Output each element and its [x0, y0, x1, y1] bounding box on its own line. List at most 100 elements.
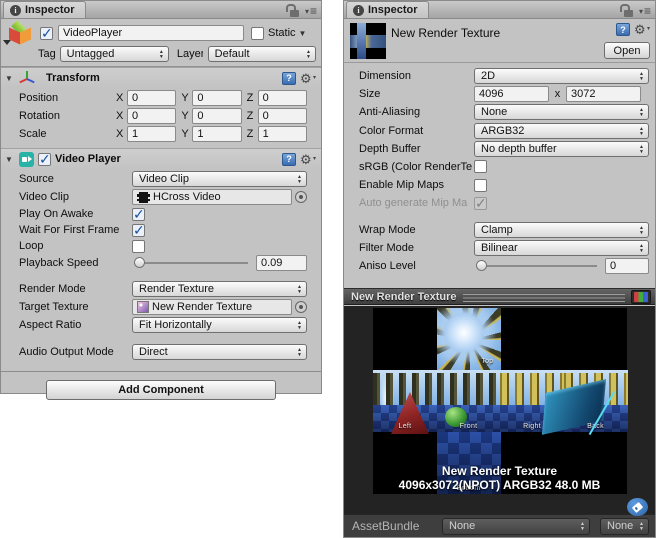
drag-handle-icon	[462, 293, 625, 302]
scale-y-field[interactable]	[192, 126, 242, 142]
tab-inspector[interactable]: Inspector	[3, 1, 86, 18]
wait-first-frame-row: Wait For First Frame	[19, 222, 307, 239]
static-label: Static	[268, 27, 296, 39]
wrap-mode-dropdown[interactable]: Clamp	[474, 221, 649, 238]
dropdown-arrows-icon	[639, 522, 644, 532]
video-player-header[interactable]: Video Player	[1, 148, 321, 169]
static-dropdown-icon[interactable]	[299, 29, 307, 38]
position-row: Position X Y Z	[19, 90, 307, 106]
foldout-icon[interactable]	[5, 74, 15, 83]
object-picker-icon[interactable]	[295, 191, 307, 203]
dropdown-arrows-icon	[297, 285, 302, 295]
gear-icon[interactable]	[300, 153, 316, 166]
dropdown-arrows-icon	[580, 522, 585, 532]
asset-bundle-label: AssetBundle	[352, 519, 420, 533]
scale-x-field[interactable]	[127, 126, 177, 142]
dimension-dropdown[interactable]: 2D	[474, 68, 649, 84]
layer-label: Layer	[176, 48, 203, 60]
video-clip-row: Video Clip HCross Video	[19, 189, 307, 205]
asset-bundle-dropdown[interactable]: None	[442, 517, 590, 535]
object-picker-icon[interactable]	[295, 301, 307, 313]
preview-channels-button[interactable]	[631, 289, 651, 304]
lock-icon[interactable]	[285, 3, 299, 17]
loop-checkbox[interactable]	[132, 239, 145, 253]
dropdown-arrows-icon	[639, 108, 644, 118]
position-z-field[interactable]	[257, 90, 307, 106]
help-icon[interactable]	[282, 71, 296, 85]
aniso-level-slider[interactable]	[474, 258, 599, 274]
enable-mip-maps-checkbox[interactable]	[474, 178, 487, 192]
preview-area: Top Left Front Right Back Bottom New Ren…	[344, 306, 655, 516]
anti-aliasing-dropdown[interactable]: None	[474, 104, 649, 121]
depth-buffer-dropdown[interactable]: No depth buffer	[474, 140, 649, 157]
pane-menu-icon[interactable]	[639, 4, 651, 18]
size-height-field[interactable]	[566, 86, 641, 103]
position-y-field[interactable]	[192, 90, 242, 106]
video-player-component: Video Player Source Video Clip Video Cli…	[1, 148, 321, 366]
asset-labels-button[interactable]	[627, 498, 648, 516]
rotation-z-field[interactable]	[257, 108, 307, 124]
tag-icon	[631, 501, 644, 513]
video-clip-object-field[interactable]: HCross Video	[132, 189, 292, 205]
gameobject-name-field[interactable]	[58, 25, 244, 41]
wait-first-frame-checkbox[interactable]	[132, 222, 145, 239]
component-title: Transform	[46, 72, 100, 84]
dimension-row: Dimension 2D	[359, 68, 649, 84]
help-icon[interactable]	[282, 152, 296, 166]
aniso-level-row: Aniso Level	[359, 257, 649, 274]
open-button[interactable]: Open	[604, 42, 650, 59]
scale-z-field[interactable]	[257, 126, 307, 142]
aniso-level-field[interactable]	[605, 257, 649, 274]
color-format-dropdown[interactable]: ARGB32	[474, 122, 649, 139]
playback-speed-row: Playback Speed	[19, 255, 307, 271]
tab-label: Inspector	[25, 4, 75, 16]
size-separator: x	[554, 88, 561, 101]
layer-dropdown[interactable]: Default	[207, 46, 316, 62]
srgb-checkbox[interactable]	[474, 160, 487, 174]
render-mode-dropdown[interactable]: Render Texture	[132, 281, 307, 297]
gear-icon[interactable]	[634, 23, 650, 36]
slider-knob[interactable]	[134, 257, 145, 268]
gameobject-cube-icon[interactable]	[3, 20, 34, 45]
render-mode-row: Render Mode Render Texture	[19, 281, 307, 297]
active-checkbox[interactable]	[40, 25, 53, 42]
loop-row: Loop	[19, 239, 307, 253]
gear-icon[interactable]	[300, 72, 316, 85]
cubemap-face-front: Front	[436, 370, 501, 432]
add-component-button[interactable]: Add Component	[46, 380, 276, 400]
rotation-y-field[interactable]	[192, 108, 242, 124]
playback-speed-field[interactable]	[256, 255, 307, 271]
cubemap-face-left: Left	[373, 370, 437, 432]
source-dropdown[interactable]: Video Clip	[132, 171, 307, 187]
cubemap-face-top: Top	[436, 308, 501, 370]
gameobject-header: Static Tag Untagged Layer Default	[1, 19, 321, 67]
size-width-field[interactable]	[474, 86, 549, 103]
audio-output-dropdown[interactable]: Direct	[132, 344, 307, 360]
position-x-field[interactable]	[127, 90, 177, 106]
playback-speed-slider[interactable]	[132, 255, 250, 271]
tab-bar: Inspector	[1, 1, 321, 19]
target-texture-row: Target Texture New Render Texture	[19, 299, 307, 315]
foldout-icon[interactable]	[5, 155, 15, 164]
component-enabled-checkbox[interactable]	[38, 151, 51, 168]
preview-info-text: New Render Texture 4096x3072(NPOT) ARGB3…	[398, 464, 601, 492]
dropdown-arrows-icon	[639, 72, 644, 82]
dropdown-arrows-icon	[639, 226, 644, 236]
component-title: Video Player	[55, 153, 121, 165]
filter-mode-dropdown[interactable]: Bilinear	[474, 239, 649, 256]
static-checkbox[interactable]	[251, 26, 264, 40]
pane-menu-icon[interactable]	[305, 4, 317, 18]
tag-dropdown[interactable]: Untagged	[59, 46, 169, 62]
target-texture-object-field[interactable]: New Render Texture	[132, 299, 292, 315]
asset-bundle-variant-dropdown[interactable]: None	[600, 517, 649, 535]
slider-knob[interactable]	[476, 259, 487, 271]
rotation-x-field[interactable]	[127, 108, 177, 124]
aspect-ratio-dropdown[interactable]: Fit Horizontally	[132, 317, 307, 333]
transform-header[interactable]: Transform	[1, 67, 321, 88]
preview-splitter-header[interactable]: New Render Texture	[344, 288, 655, 305]
tab-inspector[interactable]: Inspector	[346, 1, 429, 18]
help-icon[interactable]	[616, 23, 630, 36]
source-row: Source Video Clip	[19, 171, 307, 187]
lock-icon[interactable]	[619, 3, 633, 17]
play-on-awake-checkbox[interactable]	[132, 206, 145, 223]
